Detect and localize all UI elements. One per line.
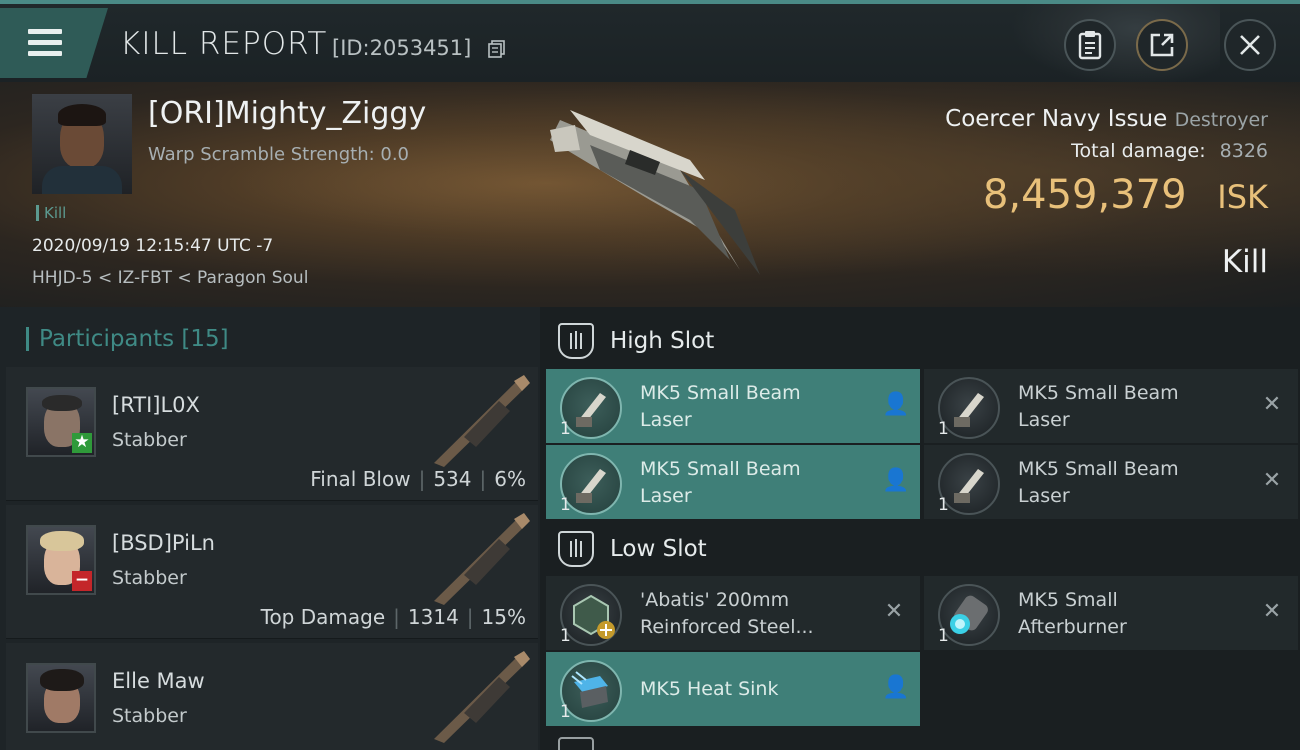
- module-slot[interactable]: 1 MK5 Small Beam Laser 👤: [546, 445, 920, 519]
- person-icon: 👤: [882, 675, 910, 700]
- person-icon: 👤: [882, 468, 910, 493]
- module-slot[interactable]: 1 MK5 Small Beam Laser 👤: [546, 369, 920, 443]
- participants-header: Participants [15]: [26, 327, 229, 351]
- high-slot-icon: [558, 323, 594, 359]
- module-name: 'Abatis' 200mm Reinforced Steel...: [640, 589, 814, 638]
- module-quantity: 1: [938, 495, 949, 515]
- total-damage-label: Total damage:: [1071, 140, 1206, 162]
- ship-name[interactable]: Coercer Navy Issue: [945, 106, 1167, 132]
- ship-info: Coercer Navy Issue Destroyer: [945, 106, 1268, 132]
- module-quantity: 1: [560, 702, 571, 722]
- module-slot[interactable]: 1 MK5 Small Beam Laser ✕: [924, 369, 1298, 443]
- close-icon: [1240, 35, 1260, 55]
- share-button[interactable]: [1136, 19, 1188, 71]
- victim-banner: [ORI]Mighty_Ziggy Warp Scramble Strength…: [0, 82, 1300, 307]
- kill-result: Kill: [1221, 244, 1268, 280]
- participant-name: [RTI]L0X: [112, 393, 200, 417]
- participant-ship: Stabber: [112, 429, 187, 451]
- participant-damage: 534: [433, 467, 472, 491]
- kill-tag: Kill: [36, 205, 66, 221]
- page-title: KILL REPORT: [120, 26, 328, 62]
- warp-scramble-strength: Warp Scramble Strength: 0.0: [148, 144, 410, 165]
- module-name: MK5 Small Beam Laser: [1018, 458, 1179, 507]
- low-slot-icon: [558, 531, 594, 567]
- isk-value: 8,459,379 ISK: [983, 172, 1268, 218]
- kill-location: HHJD-5 < IZ-FBT < Paragon Soul: [32, 268, 309, 288]
- participant-percent: 15%: [481, 605, 526, 629]
- module-quantity: 1: [560, 626, 571, 646]
- isk-unit: ISK: [1217, 178, 1268, 216]
- participant-role: Final Blow: [310, 467, 411, 491]
- high-slot-label: High Slot: [610, 328, 715, 354]
- module-slot[interactable]: 1 MK5 Small Afterburner ✕: [924, 576, 1298, 650]
- participant-stats: Final Blow | 534 | 6%: [310, 467, 526, 491]
- avatar[interactable]: −: [26, 525, 96, 595]
- participant-stats: Top Damage | 1314 | 15%: [260, 605, 526, 629]
- module-quantity: 1: [560, 495, 571, 515]
- avatar[interactable]: ★: [26, 387, 96, 457]
- participants-count: [15]: [181, 326, 229, 352]
- isk-amount: 8,459,379: [982, 172, 1187, 218]
- module-slot[interactable]: 1 MK5 Small Beam Laser ✕: [924, 445, 1298, 519]
- module-slot[interactable]: 1 'Abatis' 200mm Reinforced Steel... ✕: [546, 576, 920, 650]
- participant-damage: 1314: [407, 605, 459, 629]
- ship-class: Destroyer: [1174, 109, 1268, 131]
- module-name: MK5 Small Beam Laser: [640, 458, 801, 507]
- close-button[interactable]: [1224, 19, 1276, 71]
- module-slot[interactable]: 1 MK5 Heat Sink 👤: [546, 652, 920, 726]
- module-name: MK5 Heat Sink: [640, 678, 779, 700]
- participant-name: Elle Maw: [112, 669, 205, 693]
- x-icon: ✕: [884, 599, 904, 624]
- weapon-icon: [434, 651, 530, 743]
- participant-row[interactable]: ★ [RTI]L0X Stabber Final Blow | 534 | 6%: [6, 367, 538, 501]
- header-bar: KILL REPORT [ID:2053451]: [0, 0, 1300, 86]
- participant-ship: Stabber: [112, 567, 187, 589]
- participants-panel: Participants [15] ★ [RTI]L0X Stabber Fin…: [0, 307, 540, 750]
- total-damage-value: 8326: [1219, 140, 1268, 162]
- fitting-panel: High Slot 1 MK5 Small Beam Laser 👤 1 MK5 …: [540, 307, 1300, 750]
- x-icon: ✕: [1262, 392, 1282, 417]
- module-name: MK5 Small Beam Laser: [1018, 382, 1179, 431]
- minus-icon: −: [72, 571, 92, 591]
- weapon-icon: [434, 513, 530, 605]
- avatar[interactable]: [26, 663, 96, 733]
- ship-image: [550, 110, 760, 275]
- x-icon: ✕: [1262, 468, 1282, 493]
- participant-role: Top Damage: [260, 605, 386, 629]
- participant-row[interactable]: − [BSD]PiLn Stabber Top Damage | 1314 | 15%: [6, 505, 538, 639]
- module-quantity: 1: [938, 419, 949, 439]
- low-slot-header: Low Slot: [558, 529, 707, 569]
- participants-title: Participants: [39, 326, 175, 352]
- module-name: MK5 Small Beam Laser: [640, 382, 801, 431]
- clipboard-icon: [1078, 31, 1102, 60]
- total-damage: Total damage: 8326: [1071, 140, 1268, 162]
- report-id: [ID:2053451]: [332, 36, 472, 60]
- x-icon: ✕: [1262, 599, 1282, 624]
- participant-name: [BSD]PiLn: [112, 531, 215, 555]
- participant-percent: 6%: [494, 467, 526, 491]
- low-slot-label: Low Slot: [610, 536, 707, 562]
- person-icon: 👤: [882, 392, 910, 417]
- participant-ship: Stabber: [112, 705, 187, 727]
- share-icon: [1150, 33, 1174, 57]
- weapon-icon: [434, 375, 530, 467]
- module-name: MK5 Small Afterburner: [1018, 589, 1127, 638]
- next-slot-header: [558, 735, 610, 750]
- kill-datetime: 2020/09/19 12:15:47 UTC -7: [32, 236, 274, 256]
- victim-portrait[interactable]: [32, 94, 132, 194]
- menu-button[interactable]: [0, 8, 108, 78]
- star-icon: ★: [72, 433, 92, 453]
- high-slot-header: High Slot: [558, 321, 714, 361]
- slot-icon: [558, 737, 594, 750]
- clipboard-button[interactable]: [1064, 19, 1116, 71]
- module-quantity: 1: [560, 419, 571, 439]
- participant-row[interactable]: Elle Maw Stabber: [6, 643, 538, 750]
- kill-report-window: KILL REPORT [ID:2053451] [ORI]Mighty_Zig…: [0, 0, 1300, 750]
- module-quantity: 1: [938, 626, 949, 646]
- copy-icon[interactable]: [488, 40, 506, 58]
- victim-name[interactable]: [ORI]Mighty_Ziggy: [148, 96, 426, 131]
